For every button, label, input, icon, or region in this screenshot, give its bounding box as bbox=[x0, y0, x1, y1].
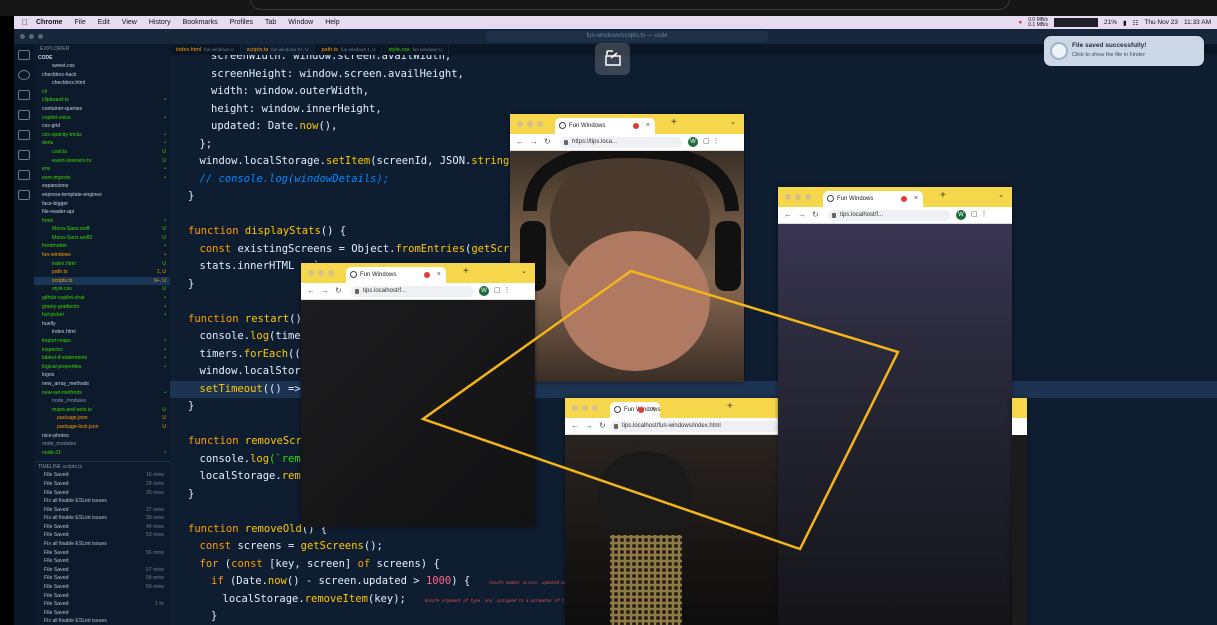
notification-title: File saved successfully! bbox=[1072, 42, 1147, 49]
window-connection-polygon bbox=[420, 269, 900, 551]
notification-toast[interactable]: File saved successfully! Click to show t… bbox=[1044, 36, 1204, 66]
notification-subtitle: Click to show the file in Finder bbox=[1072, 52, 1146, 58]
notification-icon bbox=[1050, 42, 1068, 60]
